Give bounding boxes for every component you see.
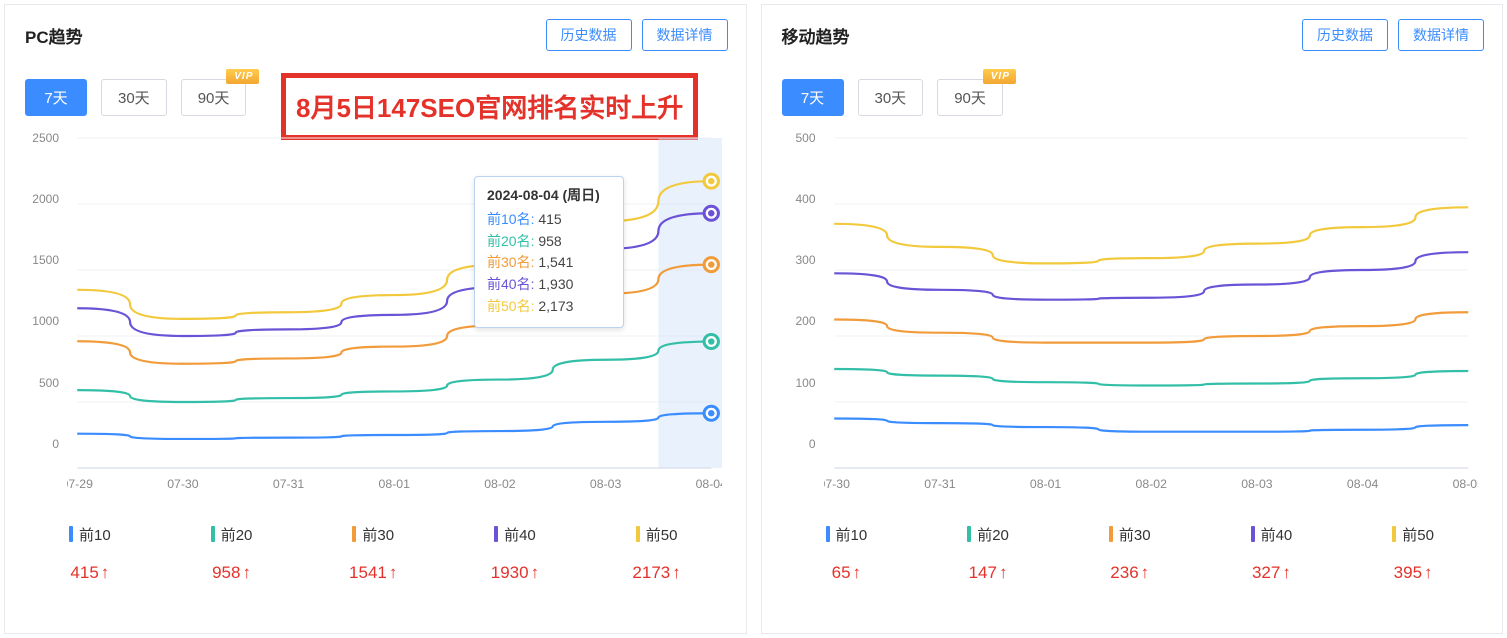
arrow-up-icon: ↑ <box>1424 563 1433 583</box>
mobile-panel-title: 移动趋势 <box>776 23 850 48</box>
arrow-up-icon: ↑ <box>1282 563 1291 583</box>
arrow-up-icon: ↑ <box>101 563 110 583</box>
y-tick-label: 0 <box>809 437 816 451</box>
svg-text:08-01: 08-01 <box>1029 477 1061 491</box>
svg-text:08-02: 08-02 <box>484 477 516 491</box>
legend-value: 327↑ <box>1231 563 1311 583</box>
mobile-legend: 前10 65↑ 前20 147↑ 前30 236↑ 前40 327↑ 前50 395↑ <box>776 524 1485 583</box>
pc-legend-item-top50: 前50 2173↑ <box>617 524 697 583</box>
pc-chart-svg: 07-29 07-30 07-31 08-01 08-02 08-03 08-04 <box>67 134 722 494</box>
legend-value: 236↑ <box>1090 563 1170 583</box>
svg-text:07-30: 07-30 <box>824 477 850 491</box>
legend-value: 395↑ <box>1373 563 1453 583</box>
mobile-chart-area: 0 100 200 300 400 500 07-30 07-31 08-01 08-02 08-… <box>776 134 1485 494</box>
mobile-detail-button[interactable]: 数据详情 <box>1398 19 1484 51</box>
y-tick-label: 2500 <box>32 131 59 145</box>
pc-panel: PC趋势 历史数据 数据详情 7天 30天 90天VIP 8月5日147SEO官网排… <box>4 4 747 634</box>
legend-value: 65↑ <box>806 563 886 583</box>
pc-detail-button[interactable]: 数据详情 <box>642 19 728 51</box>
pc-legend-item-top40: 前40 1930↑ <box>475 524 555 583</box>
pc-panel-title: PC趋势 <box>19 23 83 48</box>
arrow-up-icon: ↑ <box>999 563 1008 583</box>
legend-label: 前50 <box>1373 524 1453 545</box>
mobile-legend-item-top30: 前30 236↑ <box>1090 524 1170 583</box>
legend-label: 前20 <box>192 524 272 545</box>
arrow-up-icon: ↑ <box>853 563 862 583</box>
pc-panel-header: PC趋势 历史数据 数据详情 <box>19 17 728 53</box>
svg-text:08-03: 08-03 <box>590 477 622 491</box>
svg-text:07-31: 07-31 <box>924 477 956 491</box>
pc-history-button[interactable]: 历史数据 <box>546 19 632 51</box>
legend-label: 前10 <box>806 524 886 545</box>
pc-legend-item-top20: 前20 958↑ <box>192 524 272 583</box>
pc-period-button-0[interactable]: 7天 <box>25 79 87 116</box>
mobile-legend-item-top20: 前20 147↑ <box>948 524 1028 583</box>
legend-value: 1930↑ <box>475 563 555 583</box>
y-tick-label: 300 <box>795 253 815 267</box>
svg-text:08-01: 08-01 <box>379 477 411 491</box>
svg-text:08-03: 08-03 <box>1241 477 1273 491</box>
mobile-history-button[interactable]: 历史数据 <box>1302 19 1388 51</box>
svg-text:07-31: 07-31 <box>273 477 305 491</box>
y-tick-label: 200 <box>795 314 815 328</box>
vip-badge: VIP <box>226 69 259 84</box>
y-tick-label: 0 <box>52 437 59 451</box>
pc-legend-item-top30: 前30 1541↑ <box>333 524 413 583</box>
legend-label: 前40 <box>475 524 555 545</box>
mobile-legend-item-top40: 前40 327↑ <box>1231 524 1311 583</box>
svg-text:07-29: 07-29 <box>67 477 93 491</box>
legend-label: 前40 <box>1231 524 1311 545</box>
legend-value: 958↑ <box>192 563 272 583</box>
pc-legend-item-top10: 前10 415↑ <box>50 524 130 583</box>
legend-value: 415↑ <box>50 563 130 583</box>
legend-value: 147↑ <box>948 563 1028 583</box>
y-tick-label: 1000 <box>32 314 59 328</box>
legend-label: 前10 <box>50 524 130 545</box>
y-tick-label: 500 <box>39 376 59 390</box>
legend-label: 前30 <box>1090 524 1170 545</box>
annotation-box: 8月5日147SEO官网排名实时上升 <box>281 73 698 140</box>
svg-text:08-02: 08-02 <box>1135 477 1167 491</box>
legend-value: 2173↑ <box>617 563 697 583</box>
arrow-up-icon: ↑ <box>531 563 540 583</box>
arrow-up-icon: ↑ <box>389 563 398 583</box>
mobile-legend-item-top50: 前50 395↑ <box>1373 524 1453 583</box>
svg-text:08-04: 08-04 <box>696 477 722 491</box>
pc-period-button-1[interactable]: 30天 <box>101 79 167 116</box>
pc-period-button-2[interactable]: 90天VIP <box>181 79 247 116</box>
legend-label: 前20 <box>948 524 1028 545</box>
y-tick-label: 1500 <box>32 253 59 267</box>
legend-label: 前50 <box>617 524 697 545</box>
svg-text:08-04: 08-04 <box>1346 477 1378 491</box>
legend-value: 1541↑ <box>333 563 413 583</box>
pc-legend: 前10 415↑ 前20 958↑ 前30 1541↑ 前40 1930↑ 前50 2173↑ <box>19 524 728 583</box>
y-tick-label: 500 <box>795 131 815 145</box>
mobile-period-row: 7天 30天 90天VIP <box>776 79 1485 116</box>
mobile-panel: 移动趋势 历史数据 数据详情 7天 30天 90天VIP 0 100 200 300 400… <box>761 4 1504 634</box>
vip-badge: VIP <box>983 69 1016 84</box>
mobile-legend-item-top10: 前10 65↑ <box>806 524 886 583</box>
svg-text:08-05: 08-05 <box>1452 477 1478 491</box>
arrow-up-icon: ↑ <box>242 563 251 583</box>
svg-text:07-30: 07-30 <box>167 477 199 491</box>
arrow-up-icon: ↑ <box>672 563 681 583</box>
mobile-period-button-0[interactable]: 7天 <box>782 79 844 116</box>
pc-chart-area: 0 500 1000 1500 2000 2500 07-29 07-30 07-31 08-0… <box>19 134 728 494</box>
y-tick-label: 400 <box>795 192 815 206</box>
y-tick-label: 2000 <box>32 192 59 206</box>
mobile-panel-header: 移动趋势 历史数据 数据详情 <box>776 17 1485 53</box>
mobile-period-button-2[interactable]: 90天VIP <box>937 79 1003 116</box>
y-tick-label: 100 <box>795 376 815 390</box>
legend-label: 前30 <box>333 524 413 545</box>
arrow-up-icon: ↑ <box>1141 563 1150 583</box>
mobile-chart-svg: 07-30 07-31 08-01 08-02 08-03 08-04 08-05 <box>824 134 1479 494</box>
mobile-period-button-1[interactable]: 30天 <box>858 79 924 116</box>
